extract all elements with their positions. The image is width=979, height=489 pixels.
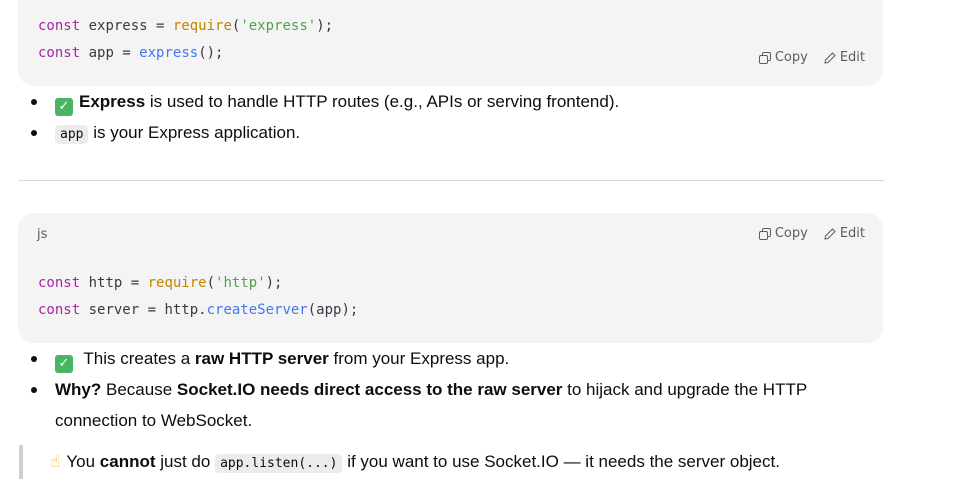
code-content: const express = require('express'); const… xyxy=(38,13,333,67)
item-text: is your Express application. xyxy=(88,123,301,142)
code-token: app = xyxy=(80,45,140,61)
copy-label: Copy xyxy=(774,50,808,65)
item-text: Because xyxy=(101,380,177,399)
code-token: ( xyxy=(206,275,216,291)
bold-text: Express xyxy=(79,92,146,111)
code-token: const xyxy=(38,18,81,34)
divider xyxy=(18,180,884,181)
bold-text: Socket.IO needs direct access to the raw… xyxy=(176,380,563,399)
list-item: ✓ Express is used to handle HTTP routes (… xyxy=(28,86,619,117)
item-text: from your Express app. xyxy=(328,349,510,368)
bold-text: Why? xyxy=(55,380,102,399)
code-token: ); xyxy=(316,18,334,34)
code-token: express xyxy=(139,45,199,61)
code-content: const http = require('http'); const serve… xyxy=(38,270,358,324)
code-token: createServer xyxy=(206,302,308,318)
blockquote: ☝ You cannot just do app.listen(...) if y… xyxy=(19,445,883,479)
copy-button[interactable]: Copy xyxy=(758,50,808,65)
copy-icon xyxy=(758,227,771,240)
bold-text: raw HTTP server xyxy=(194,349,329,368)
list-item: Why? Because Socket.IO needs direct acce… xyxy=(28,374,848,436)
code-token: const xyxy=(38,275,81,291)
code-toolbar: Copy Edit xyxy=(758,50,865,65)
code-token: const xyxy=(38,302,81,318)
list-item: ✓ This creates a raw HTTP server from yo… xyxy=(28,343,848,374)
item-text: is used to handle HTTP routes (e.g., API… xyxy=(145,92,620,111)
code-block-http: js Copy Edit const http = require('http'… xyxy=(18,213,883,343)
edit-label: Edit xyxy=(839,50,865,65)
code-language-label: js xyxy=(37,227,48,242)
check-emoji-icon: ✓ xyxy=(55,355,73,373)
code-toolbar: Copy Edit xyxy=(758,226,865,241)
code-token: require xyxy=(147,275,207,291)
copy-label: Copy xyxy=(774,226,808,241)
code-block-express: const express = require('express'); const… xyxy=(18,0,883,86)
bullet-list: ✓ This creates a raw HTTP server from yo… xyxy=(28,343,848,436)
edit-button[interactable]: Edit xyxy=(824,50,865,65)
edit-button[interactable]: Edit xyxy=(824,226,865,241)
edit-pencil-icon xyxy=(824,227,836,240)
code-token: const xyxy=(38,45,81,61)
code-token: (app); xyxy=(307,302,359,318)
code-token: require xyxy=(172,18,232,34)
edit-label: Edit xyxy=(839,226,865,241)
code-line: const http = require('http'); xyxy=(38,270,358,297)
code-line: const app = express(); xyxy=(38,40,333,67)
code-token: ); xyxy=(265,275,283,291)
item-text: This creates a xyxy=(79,349,195,368)
quote-text: You xyxy=(66,452,100,471)
pointing-up-emoji-icon: ☝ xyxy=(50,452,61,472)
bullet-list: ✓ Express is used to handle HTTP routes (… xyxy=(28,86,619,150)
code-line: const server = http.createServer(app); xyxy=(38,297,358,324)
list-item: app is your Express application. xyxy=(28,117,619,150)
quote-text: just do xyxy=(155,452,216,471)
quote-text: if you want to use Socket.IO — it needs … xyxy=(342,452,780,471)
code-token: 'express' xyxy=(240,18,317,34)
code-line: const express = require('express'); xyxy=(38,13,333,40)
code-token: server = http. xyxy=(80,302,207,318)
inline-code: app xyxy=(55,125,89,144)
check-emoji-icon: ✓ xyxy=(55,98,73,116)
code-token: 'http' xyxy=(215,275,266,291)
inline-code: app.listen(...) xyxy=(215,454,343,473)
edit-pencil-icon xyxy=(824,51,836,64)
code-token: (); xyxy=(198,45,224,61)
bold-text: cannot xyxy=(99,452,156,471)
copy-icon xyxy=(758,51,771,64)
code-token: express = xyxy=(80,18,173,34)
code-token: http = xyxy=(80,275,148,291)
copy-button[interactable]: Copy xyxy=(758,226,808,241)
